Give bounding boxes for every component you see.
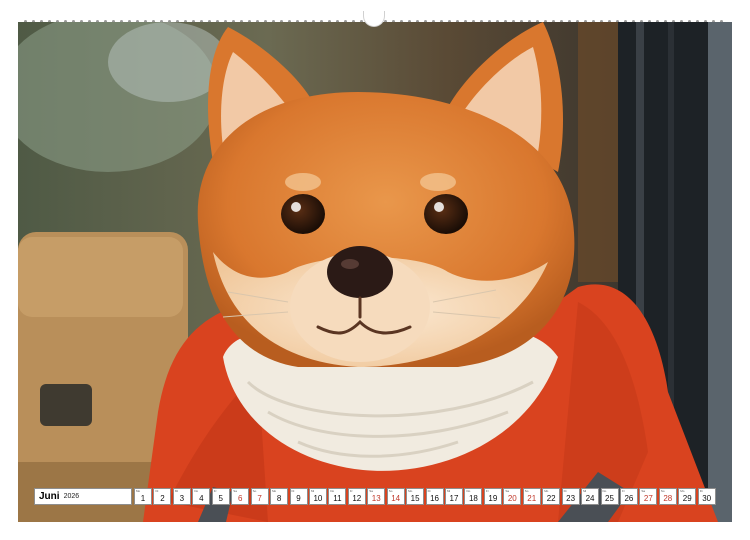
day-cell: Mo 15 [406, 488, 425, 505]
day-number: 16 [430, 494, 440, 503]
day-cell: Di 23 [561, 488, 580, 505]
day-number: 13 [371, 494, 381, 503]
day-cell: Mo 29 [678, 488, 697, 505]
day-number: 12 [352, 494, 362, 503]
day-cell: Do 25 [600, 488, 619, 505]
day-cell: Fr 12 [347, 488, 366, 505]
day-number: 3 [179, 494, 185, 503]
day-cell: Mo 22 [542, 488, 561, 505]
day-number: 6 [237, 494, 243, 503]
day-cell: Sa 6 [231, 488, 250, 505]
day-cell: Mo 1 [134, 488, 152, 505]
day-number: 1 [140, 494, 146, 503]
day-cell: Fr 19 [483, 488, 502, 505]
day-number: 20 [507, 494, 517, 503]
day-cell: Sa 13 [367, 488, 386, 505]
day-number: 29 [682, 494, 692, 503]
day-cell: So 7 [250, 488, 269, 505]
calendar-month-strip: Juni 2026 Mo 1 Di 2 Mi 3 Do 4 Fr 5 Sa 6 So 7 Mo 8 Di 9 Mi 1… [34, 488, 716, 505]
day-number: 4 [199, 494, 204, 503]
day-cell: So 28 [658, 488, 677, 505]
calendar-photo [18, 22, 732, 522]
day-number: 24 [585, 494, 595, 503]
day-cell: Mi 17 [445, 488, 463, 505]
day-cell: Mo 8 [270, 488, 289, 505]
day-cell: Di 2 [153, 488, 172, 505]
day-number: 10 [313, 494, 323, 503]
day-number: 5 [218, 494, 223, 503]
day-number: 2 [160, 494, 165, 503]
day-number: 15 [410, 494, 420, 503]
day-cell: Di 16 [425, 488, 444, 505]
day-cell: So 21 [522, 488, 541, 505]
day-cells: Mo 1 Di 2 Mi 3 Do 4 Fr 5 Sa 6 So 7 Mo 8 Di 9 Mi 10 Do 11 Fr 12 S… [134, 488, 716, 505]
day-number: 23 [566, 494, 576, 503]
day-number: 30 [702, 494, 712, 503]
left-eye [281, 194, 325, 234]
day-cell: Mi 3 [172, 488, 191, 505]
day-number: 25 [605, 494, 614, 503]
day-number: 28 [663, 494, 673, 503]
day-cell: Do 11 [328, 488, 347, 505]
nose [327, 246, 393, 298]
day-number: 22 [546, 494, 556, 503]
day-number: 19 [488, 494, 498, 503]
day-number: 9 [296, 494, 301, 503]
day-number: 26 [624, 494, 634, 503]
day-number: 8 [276, 494, 282, 503]
day-number: 7 [257, 494, 262, 503]
day-cell: Sa 20 [503, 488, 522, 505]
day-number: 18 [468, 494, 478, 503]
day-number: 27 [643, 494, 653, 503]
day-number: 17 [449, 494, 459, 503]
day-number: 11 [333, 494, 342, 503]
day-cell: Fr 26 [619, 488, 638, 505]
right-eye [424, 194, 468, 234]
day-cell: Do 18 [464, 488, 483, 505]
day-cell: Sa 27 [639, 488, 658, 505]
day-cell: Di 9 [289, 488, 308, 505]
day-cell: Di 30 [697, 488, 716, 505]
day-number: 21 [527, 494, 537, 503]
day-cell: Do 4 [192, 488, 211, 505]
calendar-page: Juni 2026 Mo 1 Di 2 Mi 3 Do 4 Fr 5 Sa 6 So 7 Mo 8 Di 9 Mi 1… [0, 0, 750, 540]
day-cell: So 14 [386, 488, 405, 505]
month-year: 2026 [63, 493, 80, 500]
day-number: 14 [391, 494, 401, 503]
month-label-box: Juni 2026 [34, 488, 132, 505]
day-cell: Mi 10 [308, 488, 327, 505]
day-cell: Mi 24 [581, 488, 600, 505]
day-cell: Fr 5 [211, 488, 230, 505]
month-name: Juni [39, 491, 60, 502]
shiba-inu-photo [18, 22, 732, 522]
